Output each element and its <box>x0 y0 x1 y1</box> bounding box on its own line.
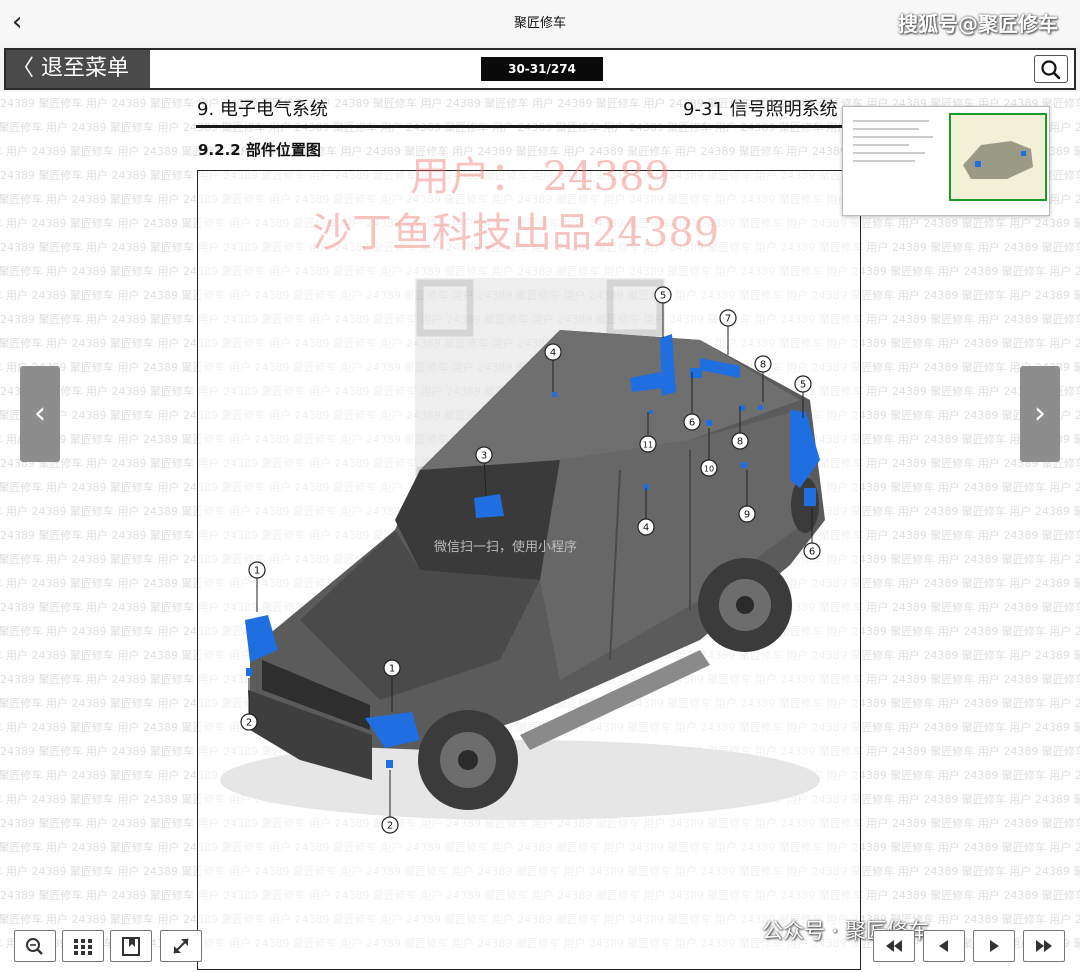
callout-label: 10 <box>704 465 714 474</box>
callout-label: 1 <box>254 566 260 577</box>
page-thumbnail[interactable] <box>842 106 1050 216</box>
callout-label: 4 <box>643 523 649 534</box>
callout-label: 6 <box>689 418 695 429</box>
mini-program-hint: 微信扫一扫，使用小程序 <box>434 540 578 555</box>
grid-icon <box>74 939 92 955</box>
thumbnail-viewport <box>949 113 1047 201</box>
callout-label: 3 <box>481 451 487 462</box>
callout-label: 2 <box>387 821 393 832</box>
bookmark-icon <box>122 937 140 956</box>
wheel-front <box>418 710 518 810</box>
watermark-user: 用户： 24389 <box>410 154 670 200</box>
component-roof-module <box>474 494 504 518</box>
component-front-light-left <box>246 668 252 676</box>
zoom-button[interactable] <box>14 930 56 962</box>
component-front-light-right <box>386 760 393 768</box>
callout-label: 4 <box>550 348 556 359</box>
callout-label: 6 <box>809 547 815 558</box>
chevron-right-icon: › <box>1034 396 1046 431</box>
vehicle-windshield <box>395 460 560 580</box>
chevron-left-icon: ‹ <box>34 396 46 431</box>
grid-view-button[interactable] <box>62 930 104 962</box>
bottom-toolbar <box>0 922 1080 972</box>
first-page-icon <box>886 940 902 952</box>
watermark-top: 搜狐号@聚匠修车 <box>898 12 1058 36</box>
thumbnail-vehicle-icon <box>963 141 1033 179</box>
callout-1: 1 <box>248 561 266 612</box>
back-to-menu-button[interactable]: 〈 退至菜单 <box>6 50 150 88</box>
watermark-brand: 沙丁鱼科技出品24389 <box>312 210 720 256</box>
next-page-button[interactable]: › <box>1020 366 1060 462</box>
callout-7: 7 <box>719 309 737 355</box>
top-bar: ‹ 聚匠修车 搜狐号@聚匠修车 <box>0 0 1080 44</box>
bookmark-button[interactable] <box>110 930 152 962</box>
last-page-icon <box>1036 940 1052 952</box>
thumbnail-text <box>853 120 933 162</box>
callout-label: 11 <box>643 441 653 450</box>
search-button[interactable] <box>1034 55 1068 83</box>
first-page-button[interactable] <box>873 930 915 962</box>
callout-label: 7 <box>725 314 731 325</box>
callout-label: 8 <box>760 360 766 371</box>
search-icon <box>1041 60 1061 80</box>
fullscreen-button[interactable] <box>160 930 202 962</box>
expand-icon <box>173 938 189 954</box>
last-page-button[interactable] <box>1023 930 1065 962</box>
page-indicator: 30-31/274 <box>481 57 603 81</box>
callout-label: 5 <box>800 380 806 391</box>
prev-page-button[interactable]: ‹ <box>20 366 60 462</box>
wheel-rear <box>698 558 792 652</box>
viewer-toolbar: 〈 退至菜单 30-31/274 <box>4 48 1076 90</box>
callout-label: 2 <box>246 718 252 729</box>
callout-label: 9 <box>744 510 750 521</box>
next-page-icon <box>990 940 999 952</box>
callout-label: 8 <box>737 437 743 448</box>
document-page: 24389 聚匠修车 用户 24389 聚匠修车 用户 24389 聚匠修车 用… <box>0 92 1080 972</box>
previous-page-button[interactable] <box>923 930 965 962</box>
prev-page-icon <box>939 940 948 952</box>
next-page-bottom-button[interactable] <box>973 930 1015 962</box>
zoom-icon <box>26 938 43 955</box>
callout-label: 5 <box>660 291 666 302</box>
app-root: ‹ 聚匠修车 搜狐号@聚匠修车 〈 退至菜单 30-31/274 24389 聚… <box>0 0 1080 972</box>
callout-label: 1 <box>389 664 395 675</box>
